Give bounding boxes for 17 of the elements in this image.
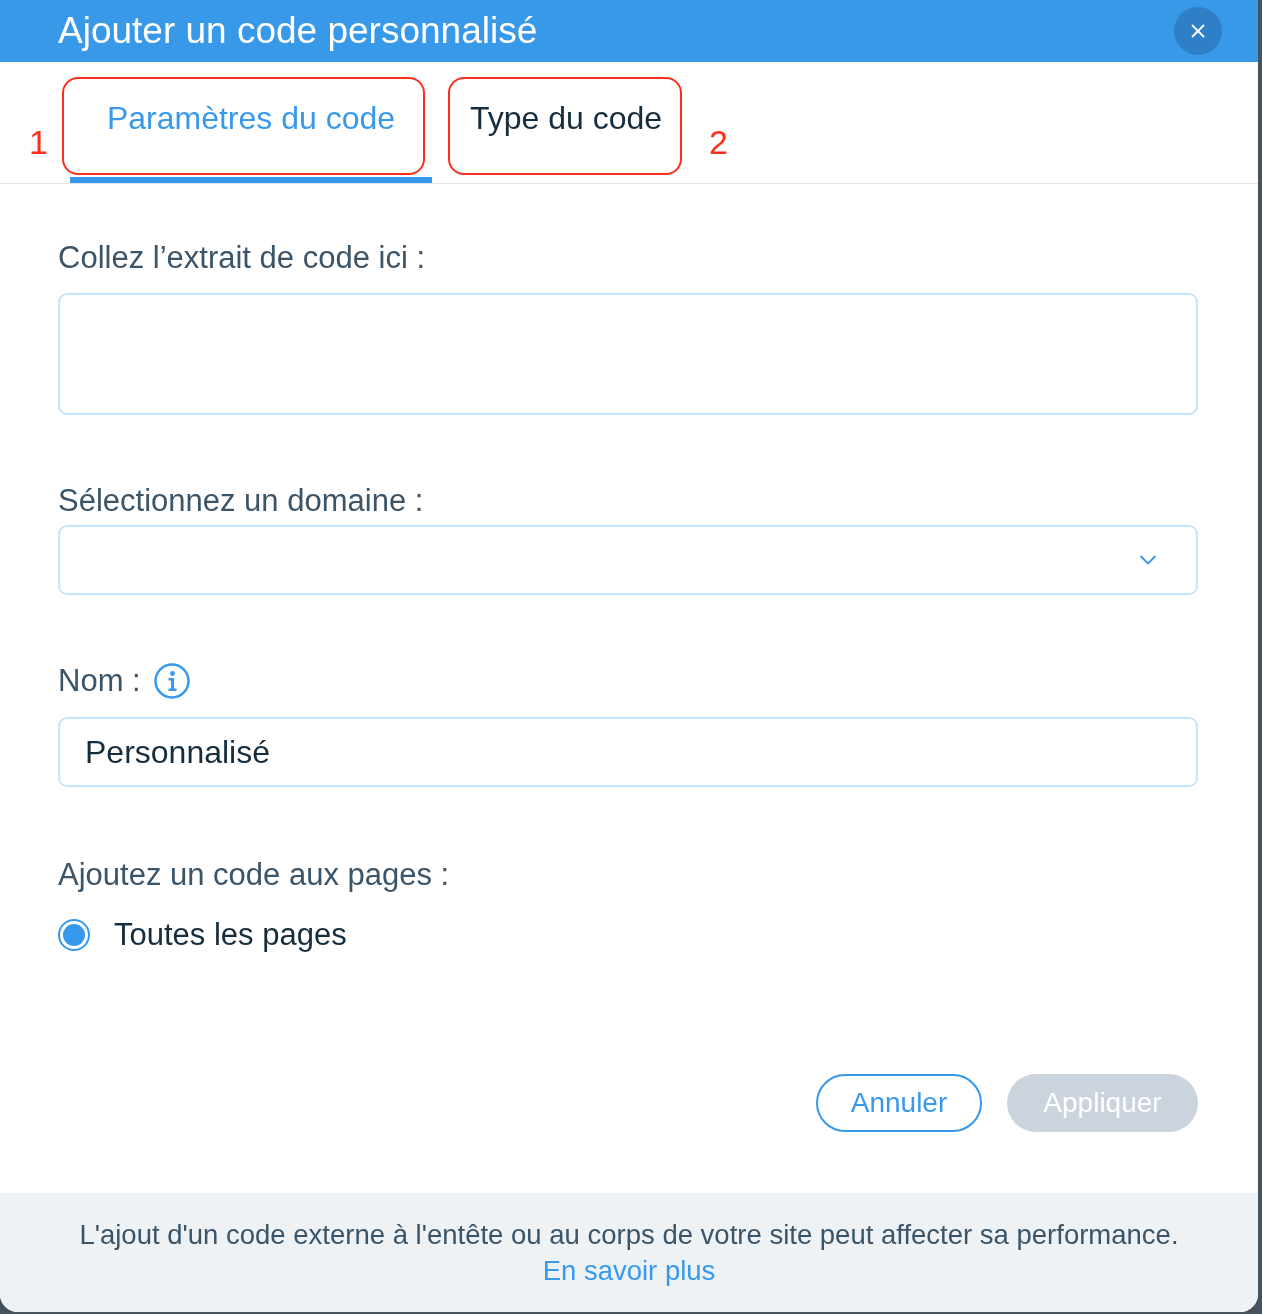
field-label: Sélectionnez un domaine : [58, 483, 424, 519]
footer-notice: L'ajout d'un code externe à l'entête ou au corps de votre site peut affecter sa performance. En savoir plus [78, 1218, 1180, 1288]
annotation-number: 1 [29, 122, 48, 162]
close-button[interactable] [1174, 7, 1222, 55]
info-icon[interactable] [153, 663, 190, 699]
field-label: Nom : [58, 663, 141, 699]
field-label: Collez l’extrait de code ici : [58, 240, 425, 276]
field-label: Ajoutez un code aux pages : [58, 857, 450, 893]
tab[interactable]: Type du code [449, 62, 683, 183]
name-input[interactable]: Personnalisé [58, 717, 1198, 787]
radio-label[interactable]: Toutes les pages [114, 917, 347, 953]
tab[interactable]: Paramètres du code [70, 62, 432, 183]
annotation-number: 2 [709, 122, 728, 162]
dialog-title: Ajouter un code personnalisé [58, 10, 538, 52]
cancel-button[interactable]: Annuler [816, 1074, 982, 1132]
radio-button[interactable] [58, 919, 90, 951]
learn-more-link[interactable]: En savoir plus [542, 1255, 716, 1286]
